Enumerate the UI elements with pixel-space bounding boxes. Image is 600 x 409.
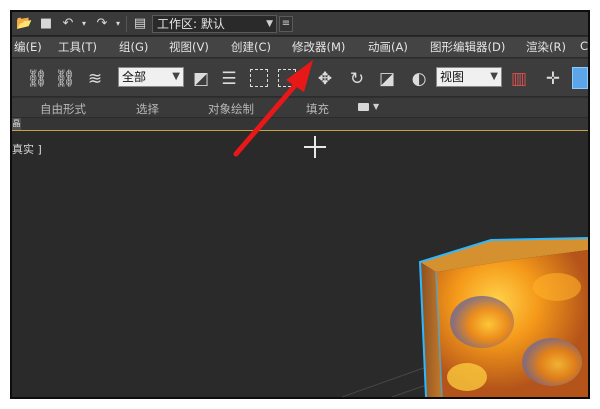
- crosshair-cursor-icon: [304, 136, 326, 158]
- annotation-arrow-head: [286, 60, 313, 92]
- annotation-arrow-shaft: [233, 79, 301, 157]
- annotation-arrow-overlay: [233, 60, 313, 157]
- app-window: 📂 ■ ↶ ▾ ↷ ▾ ▤ 工作区: 默认 ▼ ≡ 编(E) 工具(T) 组(G…: [10, 10, 590, 399]
